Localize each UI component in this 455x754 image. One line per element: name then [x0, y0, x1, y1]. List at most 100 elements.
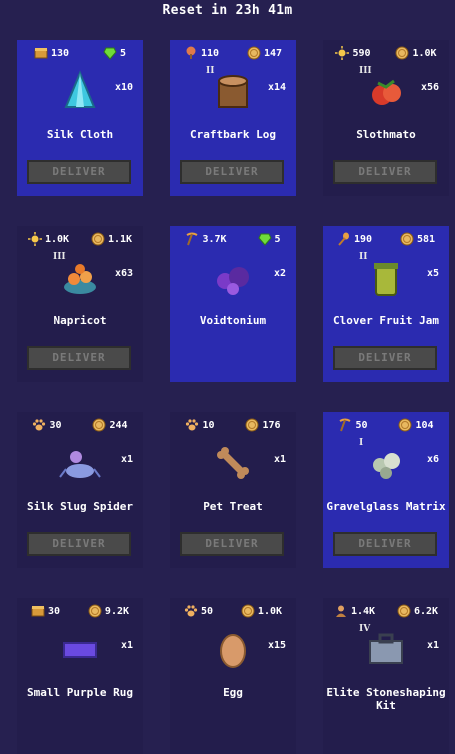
reward-value: 1.4K	[350, 605, 376, 617]
item-quantity: x63	[114, 268, 133, 279]
reward: 3.7K	[185, 232, 227, 246]
item-name: Silk Slug Spider	[27, 500, 133, 513]
reward: 1.1K	[91, 232, 132, 246]
order-rewards: 190 581	[323, 230, 449, 248]
pickaxe-icon	[338, 418, 352, 432]
coin-icon	[397, 604, 411, 618]
reward: 5	[103, 46, 126, 60]
reward: 1.0K	[241, 604, 282, 618]
order-card[interactable]: 10 176 x1 Pet Treat DELIVER	[170, 412, 296, 568]
deliver-button[interactable]: DELIVER	[333, 532, 437, 556]
item-quantity: x1	[120, 454, 133, 465]
reward: 581	[400, 232, 435, 246]
item-tier: III	[359, 66, 372, 76]
order-rewards: 10 176	[170, 416, 296, 434]
item-quantity: x10	[114, 82, 133, 93]
deliver-button[interactable]: DELIVER	[180, 532, 284, 556]
gem-icon	[257, 232, 272, 246]
order-grid: 130 5 x10 Silk Cloth DELIVER 110 147 II x14 Craft…	[0, 0, 455, 754]
coin-icon	[400, 232, 414, 246]
reward-value: 3.7K	[202, 233, 227, 245]
item-tier: IV	[359, 624, 371, 634]
reward-value: 581	[416, 233, 436, 245]
item-name: Slothmato	[356, 128, 416, 141]
spoon-icon	[337, 232, 351, 246]
item-name: Gravelglass Matrix	[326, 500, 446, 513]
reward-value: 1.0K	[44, 233, 70, 245]
order-card[interactable]: 130 5 x10 Silk Cloth DELIVER	[17, 40, 143, 196]
paw-icon	[185, 418, 199, 432]
chest-icon	[31, 604, 45, 618]
order-card[interactable]: 190 581 II x5 Clover Fruit Jam DELIVER	[323, 226, 449, 382]
item-tier: III	[53, 252, 66, 262]
deliver-button[interactable]: DELIVER	[333, 346, 437, 370]
ore-icon	[210, 254, 256, 300]
reward: 30	[31, 604, 60, 618]
item-quantity: x15	[267, 640, 286, 651]
reward: 590	[335, 46, 371, 60]
order-rewards: 50 1.0K	[170, 602, 296, 620]
item-name: Small Purple Rug	[27, 686, 133, 699]
item-quantity: x1	[426, 640, 439, 651]
deliver-button[interactable]: DELIVER	[27, 160, 131, 184]
chest-icon	[34, 46, 48, 60]
item-tier: II	[359, 252, 368, 262]
coin-icon	[245, 418, 259, 432]
deliver-button[interactable]: DELIVER	[27, 346, 131, 370]
reward-value: 5	[119, 47, 127, 59]
item-quantity: x1	[120, 640, 133, 651]
order-rewards: 130 5	[17, 44, 143, 62]
reward-value: 6.2K	[413, 605, 439, 617]
item-name: Voidtonium	[199, 314, 267, 327]
reward-value: 590	[352, 47, 371, 59]
order-card[interactable]: 30 244 x1 Silk Slug Spider DELIVER	[17, 412, 143, 568]
item-quantity: x14	[267, 82, 286, 93]
coin-icon	[247, 46, 261, 60]
order-rewards: 30 244	[17, 416, 143, 434]
coin-icon	[91, 232, 105, 246]
reward-value: 244	[109, 419, 128, 431]
reward: 30	[32, 418, 62, 432]
reward-value: 30	[49, 419, 62, 431]
log-icon	[210, 68, 256, 114]
item-name: Egg	[223, 686, 243, 699]
deliver-button[interactable]: DELIVER	[333, 160, 437, 184]
order-card[interactable]: 110 147 II x14 Craftbark Log DELIVER	[170, 40, 296, 196]
order-card[interactable]: 50 104 Ix6 Gravelglass Matrix DELIVER	[323, 412, 449, 568]
reward-value: 9.2K	[104, 605, 130, 617]
order-card[interactable]: 1.4K 6.2K IV x1 Elite Stoneshaping Kit	[323, 598, 449, 754]
deliver-button[interactable]: DELIVER	[180, 160, 284, 184]
coin-icon	[398, 418, 412, 432]
paw-icon	[184, 604, 198, 618]
coin-icon	[395, 46, 409, 60]
order-card[interactable]: 50 1.0K x15 Egg	[170, 598, 296, 754]
sun-icon	[27, 232, 42, 246]
gravel-icon	[363, 440, 409, 486]
silk-cloth-icon	[57, 68, 103, 114]
reward: 1.0K	[395, 46, 437, 60]
order-rewards: 1.4K 6.2K	[323, 602, 449, 620]
item-quantity: x56	[420, 82, 439, 93]
reward-value: 5	[274, 233, 281, 245]
order-rewards: 110 147	[170, 44, 296, 62]
order-card[interactable]: 590 1.0K III x56 Slothmato DELIVER	[323, 40, 449, 196]
order-rewards: 3.7K 5	[170, 230, 296, 248]
reward: 50	[338, 418, 368, 432]
deliver-button[interactable]: DELIVER	[27, 532, 131, 556]
jam-jar-icon	[363, 254, 409, 300]
reward: 10	[185, 418, 215, 432]
reward: 190	[337, 232, 372, 246]
order-card[interactable]: 3.7K 5 x2 Voidtonium	[170, 226, 296, 382]
reward: 1.0K	[27, 232, 70, 246]
gem-icon	[103, 46, 117, 60]
item-quantity: x2	[273, 268, 286, 279]
reward-value: 50	[200, 605, 213, 617]
sun-icon	[335, 46, 350, 60]
reward: 50	[184, 604, 213, 618]
order-card[interactable]: 30 9.2K x1 Small Purple Rug	[17, 598, 143, 754]
item-name: Elite Stoneshaping Kit	[326, 686, 446, 712]
reward-value: 110	[200, 47, 220, 59]
order-card[interactable]: 1.0K 1.1K III x63 Napricot DELIVER	[17, 226, 143, 382]
reward-value: 30	[47, 605, 60, 617]
reward-value: 1.1K	[107, 233, 133, 245]
